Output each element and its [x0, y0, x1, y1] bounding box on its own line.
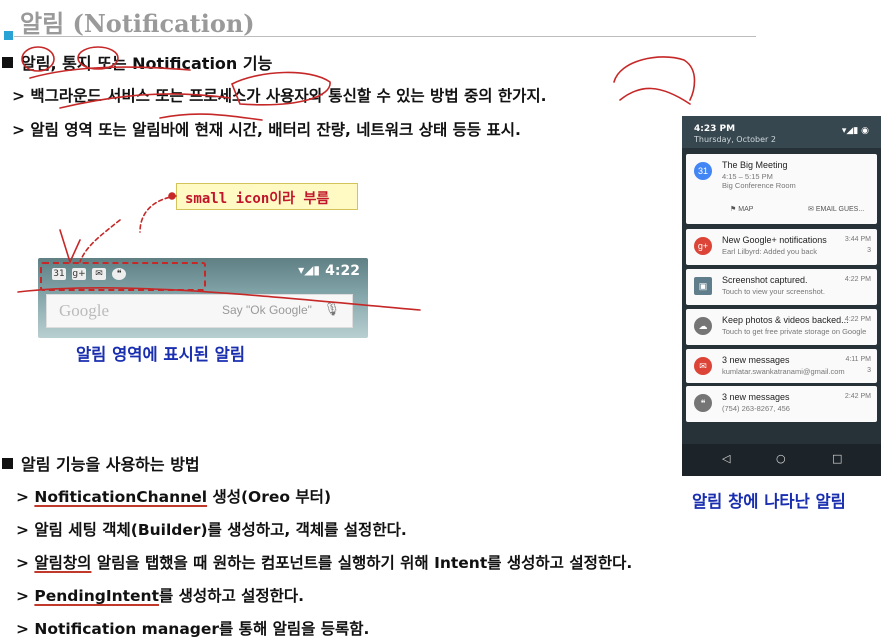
phone-status-icons: ▾◢▮ ◉ [841, 126, 869, 136]
section1-item: > 알림 영역 또는 알림바에 현재 시간, 배터리 잔량, 네트워크 상태 등… [12, 121, 521, 139]
notification-text: Big Conference Room [722, 181, 796, 190]
heading-word-notice: 통지 [62, 54, 92, 73]
section2-item: > 알림 세팅 객체(Builder)를 생성하고, 객체를 설정한다. [16, 521, 407, 539]
section1-item: > 백그라운드 서비스 또는 프로세스가 사용자와 통신할 수 있는 방법 중의… [12, 87, 547, 105]
google-plus-icon: g+ [72, 268, 86, 280]
statusbar-screenshot: 31 g+ ✉ ❝ ▾◢▮ 4:22 Google Say "Ok Google… [38, 258, 368, 338]
screenshot-icon: ▣ [694, 277, 712, 295]
google-search-bar[interactable]: Google Say "Ok Google" 🎙 [46, 294, 353, 328]
square-bullet-icon [2, 57, 13, 68]
map-action-button[interactable]: ⚑ MAP [730, 205, 753, 213]
phone-header: 4:23 PM Thursday, October 2 ▾◢▮ ◉ [682, 116, 881, 148]
small-icon-callout: small icon이라 부름 [176, 183, 358, 210]
cloud-backup-icon: ☁ [694, 317, 712, 335]
section2-heading: 알림 기능을 사용하는 방법 [2, 451, 200, 475]
phone-time: 4:23 PM [694, 124, 736, 134]
title-accent-bar [4, 31, 13, 40]
email-guests-action-button[interactable]: ✉ EMAIL GUES... [808, 205, 864, 213]
notification-card[interactable]: g+ New Google+ notifications Earl Lilbyr… [686, 229, 877, 265]
section2-item: > PendingIntent를 생성하고 설정한다. [16, 587, 305, 605]
microphone-icon[interactable]: 🎙 [323, 302, 340, 317]
notification-card[interactable]: ✉ 3 new messages kumlatar.swankatranami@… [686, 349, 877, 383]
notification-card[interactable]: 31 The Big Meeting 4:15 – 5:15 PM Big Co… [686, 154, 877, 224]
home-icon[interactable]: ○ [776, 452, 786, 465]
title-divider [14, 36, 756, 37]
hangouts-icon: ❝ [694, 394, 712, 412]
section2-item: > Notification manager를 통해 알림을 등록함. [16, 620, 370, 638]
section2-item: > NofiticationChannel 생성(Oreo 부터) [16, 488, 332, 506]
statusbar-time: 4:22 [325, 263, 360, 279]
mail-icon: ✉ [92, 268, 106, 280]
notification-card[interactable]: ▣ Screenshot captured. Touch to view you… [686, 269, 877, 305]
gmail-icon: ✉ [694, 357, 712, 375]
hangouts-icon: ❝ [112, 268, 126, 280]
section1-heading: 알림, 통지 또는 Notification 기능 [2, 50, 272, 74]
statusbar-caption: 알림 영역에 표시된 알림 [76, 345, 246, 364]
drawer-caption: 알림 창에 나타난 알림 [692, 492, 846, 511]
section2-item: > 알림창의 알림을 탭했을 때 원하는 컴포넌트를 실행하기 위해 Inten… [16, 554, 633, 572]
google-logo: Google [59, 301, 110, 320]
notification-title: The Big Meeting [722, 160, 788, 170]
square-bullet-icon [2, 458, 13, 469]
notification-card[interactable]: ❝ 3 new messages (754) 263-8267, 456 2:4… [686, 386, 877, 422]
say-ok-google-hint: Say "Ok Google" [222, 303, 312, 317]
heading-word-alarm: 알림 [21, 54, 51, 73]
back-icon[interactable]: ◁ [722, 452, 730, 465]
calendar-icon: 31 [694, 162, 712, 180]
phone-notification-drawer: 4:23 PM Thursday, October 2 ▾◢▮ ◉ 31 The… [682, 116, 881, 476]
signal-wifi-battery-icons: ▾◢▮ [298, 263, 320, 277]
notification-card[interactable]: ☁ Keep photos & videos backed... Touch t… [686, 309, 877, 345]
recents-icon[interactable]: □ [832, 452, 842, 465]
page-title: 알림 (Notification) [20, 9, 255, 38]
phone-navigation-bar: ◁ ○ □ [682, 444, 881, 476]
notification-text: 4:15 – 5:15 PM [722, 172, 773, 181]
google-plus-icon: g+ [694, 237, 712, 255]
phone-date: Thursday, October 2 [694, 135, 776, 144]
calendar-icon: 31 [52, 268, 66, 280]
